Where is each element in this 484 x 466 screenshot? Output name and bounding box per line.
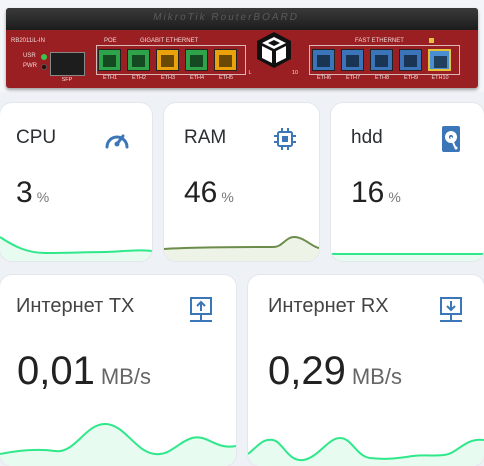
hdd-card[interactable]: hdd 16% bbox=[331, 103, 484, 261]
badge-label-left: L bbox=[248, 70, 252, 76]
chip-icon bbox=[274, 128, 296, 150]
upload-network-icon bbox=[190, 297, 212, 322]
port-label-eth1: ETH1 bbox=[102, 75, 118, 81]
hdd-value-unit: % bbox=[388, 189, 401, 205]
internet-rx-title: Интернет RX bbox=[268, 295, 389, 317]
hdd-title: hdd bbox=[351, 127, 383, 148]
ram-value-number: 46 bbox=[184, 176, 218, 209]
port-eth6 bbox=[312, 49, 335, 71]
poe-out-indicator bbox=[429, 38, 434, 43]
ram-card[interactable]: RAM 46% bbox=[164, 103, 319, 261]
cpu-sparkline bbox=[0, 236, 152, 261]
speedometer-icon bbox=[105, 134, 129, 149]
cpu-title: CPU bbox=[16, 127, 57, 148]
hdd-value: 16% bbox=[351, 176, 401, 210]
cpu-card[interactable]: CPU 3% bbox=[0, 103, 152, 261]
badge-label-right: 10 bbox=[291, 70, 299, 76]
port-eth8 bbox=[370, 49, 393, 71]
sfp-label: SFP bbox=[61, 77, 73, 83]
brand-cube-logo-icon bbox=[257, 32, 291, 68]
cpu-value-unit: % bbox=[36, 189, 50, 205]
port-label-eth3: ETH3 bbox=[160, 75, 176, 81]
ram-value-unit: % bbox=[221, 189, 234, 205]
led-label-usr: USR bbox=[23, 53, 36, 59]
ram-value: 46% bbox=[184, 176, 234, 210]
internet-tx-value-unit: MB/s bbox=[100, 364, 151, 389]
ram-sparkline bbox=[164, 235, 319, 261]
port-eth5 bbox=[214, 49, 237, 71]
sfp-port bbox=[50, 52, 85, 76]
port-label-eth7: ETH7 bbox=[345, 75, 361, 81]
router-model-label: RB2011iL-IN bbox=[11, 38, 45, 44]
internet-rx-sparkline bbox=[248, 436, 484, 466]
port-eth4 bbox=[185, 49, 208, 71]
internet-rx-value: 0,29 MB/s bbox=[268, 349, 402, 394]
port-eth7 bbox=[341, 49, 364, 71]
router-image: MikroTik RouterBOARD RB2011iL-IN USR PWR… bbox=[0, 0, 484, 92]
port-label-eth9: ETH9 bbox=[403, 75, 419, 81]
pwr-led bbox=[41, 64, 47, 70]
hdd-value-number: 16 bbox=[351, 176, 385, 209]
poe-label: POE bbox=[104, 38, 117, 44]
internet-tx-card[interactable]: Интернет TX 0,01 MB/s bbox=[0, 275, 236, 466]
port-label-eth10: ETH10 bbox=[431, 75, 449, 81]
port-eth10 bbox=[428, 49, 451, 71]
fast-ethernet-label: FAST ETHERNET bbox=[355, 38, 404, 44]
harddisk-icon bbox=[442, 126, 460, 152]
internet-rx-value-unit: MB/s bbox=[351, 364, 402, 389]
port-label-eth2: ETH2 bbox=[131, 75, 147, 81]
port-eth3 bbox=[156, 49, 179, 71]
port-eth2 bbox=[127, 49, 150, 71]
router-top-panel: MikroTik RouterBOARD bbox=[6, 8, 478, 30]
gigabit-label: GIGABIT ETHERNET bbox=[140, 38, 199, 44]
internet-tx-value: 0,01 MB/s bbox=[17, 349, 151, 394]
port-eth1 bbox=[98, 49, 121, 71]
internet-tx-title: Интернет TX bbox=[16, 295, 135, 317]
internet-tx-value-number: 0,01 bbox=[17, 349, 95, 393]
led-label-pwr: PWR bbox=[23, 63, 37, 69]
cpu-value: 3% bbox=[16, 176, 49, 210]
cpu-value-number: 3 bbox=[16, 176, 33, 209]
internet-tx-sparkline bbox=[0, 422, 236, 466]
usr-led bbox=[41, 54, 47, 60]
hdd-sparkline bbox=[331, 253, 484, 261]
internet-rx-value-number: 0,29 bbox=[268, 349, 346, 393]
port-label-eth8: ETH8 bbox=[374, 75, 390, 81]
port-eth9 bbox=[399, 49, 422, 71]
ram-title: RAM bbox=[184, 127, 227, 148]
port-label-eth6: ETH6 bbox=[316, 75, 332, 81]
port-label-eth5: ETH5 bbox=[218, 75, 234, 81]
port-label-eth4: ETH4 bbox=[189, 75, 205, 81]
router-emboss-logo: MikroTik RouterBOARD bbox=[152, 12, 300, 23]
download-network-icon bbox=[440, 297, 462, 322]
internet-rx-card[interactable]: Интернет RX 0,29 MB/s bbox=[248, 275, 484, 466]
